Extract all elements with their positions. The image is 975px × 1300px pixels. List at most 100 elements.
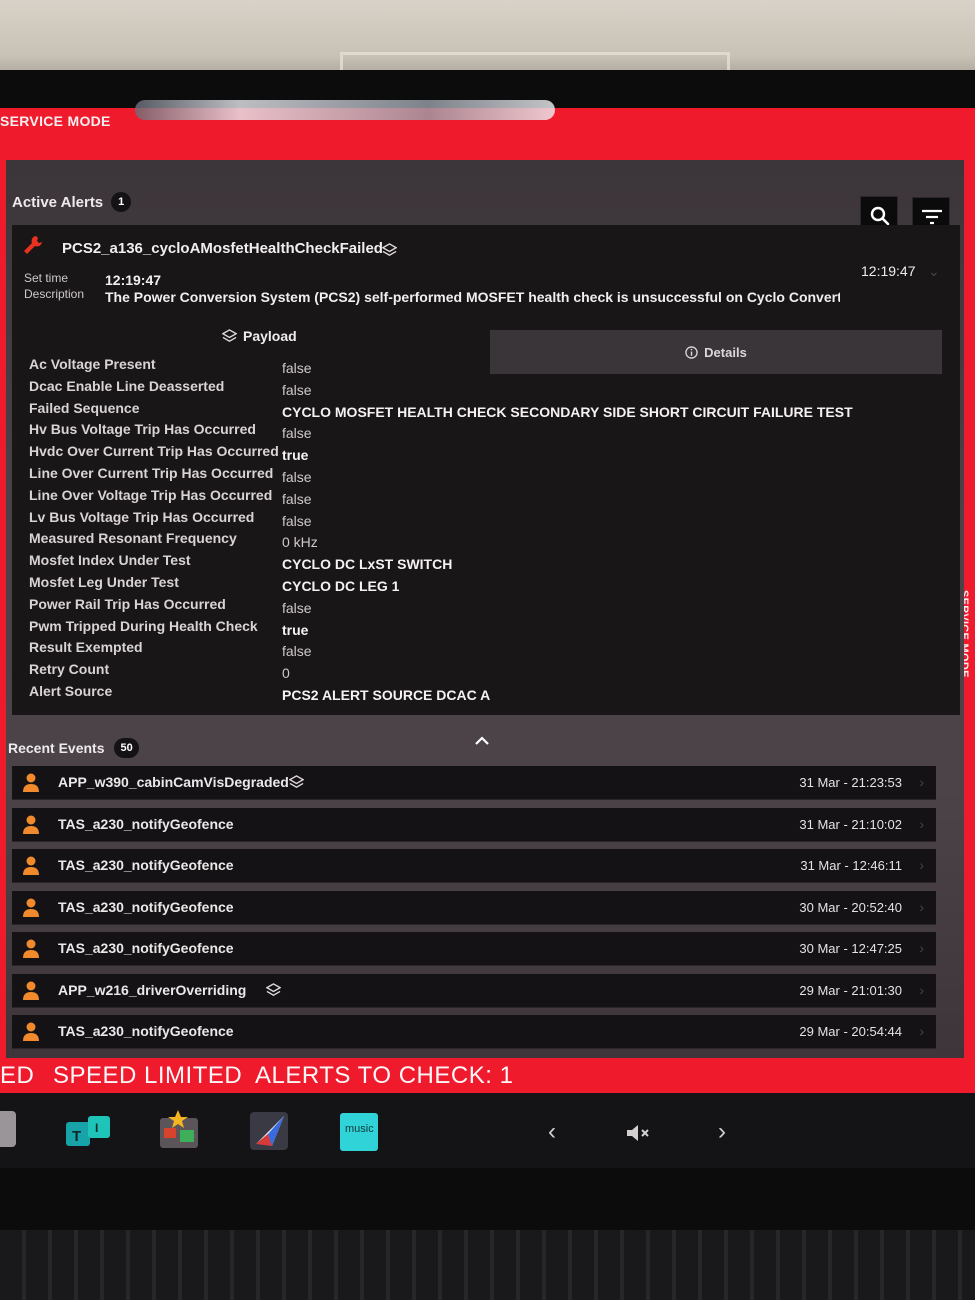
payload-key: Alert Source [29,683,113,699]
payload-layers-icon [222,328,237,342]
event-name: TAS_a230_notifyGeofence [58,816,234,832]
service-mode-label: SERVICE MODE [0,113,111,129]
alert-name: PCS2_a136_cycloAMosfetHealthCheckFailed [62,240,383,257]
taskbar [0,1093,975,1168]
arcade-app-icon[interactable] [160,1110,200,1153]
chevron-right-icon: › [919,774,924,790]
payload-value: false [282,469,312,485]
wrench-icon [24,236,42,254]
screen-glare [135,100,555,120]
speed-limited-status: SPEED LIMITED [53,1062,243,1089]
person-icon [23,815,39,834]
payload-key: Failed Sequence [29,400,140,416]
payload-value: true [282,447,309,463]
payload-key: Hvdc Over Current Trip Has Occurred [29,443,279,459]
event-row[interactable]: APP_w216_driverOverriding 29 Mar - 21:01:… [12,974,936,1008]
payload-key: Ac Voltage Present [29,356,156,372]
payload-value: true [282,622,309,638]
floor-background [0,1230,975,1300]
chevron-right-icon: › [919,899,924,915]
event-name: APP_w390_cabinCamVisDegraded [58,774,289,790]
payload-value: PCS2 ALERT SOURCE DCAC A [282,687,491,703]
payload-value: false [282,600,312,616]
payload-value: 0 kHz [282,534,318,550]
alert-time: 12:19:47 [861,263,916,279]
event-name: APP_w216_driverOverriding [58,982,247,998]
active-alerts-title: Active Alerts [12,193,104,211]
recent-events-count: 50 [114,738,139,758]
person-icon [23,1022,39,1041]
person-icon [23,939,39,958]
payload-value: 0 [282,665,290,681]
active-alerts-header: Active Alerts 1 [12,192,132,212]
alerts-to-check-status: ALERTS TO CHECK: 1 [255,1062,514,1089]
description-label: Description [24,287,85,301]
status-fragment: ED [0,1062,35,1089]
payload-value: false [282,382,312,398]
event-time: 29 Mar - 20:54:44 [799,1024,902,1039]
event-time: 30 Mar - 12:47:25 [799,941,902,956]
payload-key: Line Over Voltage Trip Has Occurred [29,487,273,503]
payload-key: Hv Bus Voltage Trip Has Occurred [29,421,256,437]
payload-layers-icon [289,775,304,788]
payload-key: Power Rail Trip Has Occurred [29,596,226,612]
tab-payload[interactable]: Payload [222,328,297,344]
recent-events-title: Recent Events [8,740,105,756]
event-row[interactable]: TAS_a230_notifyGeofence 30 Mar - 20:52:40… [12,891,936,925]
payload-layers-icon [266,983,281,996]
amazon-music-icon[interactable]: music [340,1113,378,1151]
payload-layers-icon [382,243,397,256]
person-icon [23,981,39,1000]
event-time: 29 Mar - 21:01:30 [799,983,902,998]
payload-key: Line Over Current Trip Has Occurred [29,465,274,481]
payload-key: Result Exempted [29,639,143,655]
event-name: TAS_a230_notifyGeofence [58,899,234,915]
partial-app-icon[interactable] [0,1111,16,1147]
set-time-value: 12:19:47 [105,272,162,288]
event-time: 31 Mar - 21:23:53 [799,775,902,790]
tab-details-label: Details [704,344,747,360]
payload-value: false [282,360,312,376]
chevron-right-icon[interactable]: › [718,1118,726,1146]
svg-text:T: T [72,1128,81,1145]
payload-value: CYCLO DC LEG 1 [282,578,400,594]
chevron-left-icon[interactable]: ‹ [548,1118,556,1146]
payload-value: CYCLO MOSFET HEALTH CHECK SECONDARY SIDE… [282,404,853,420]
payload-key: Measured Resonant Frequency [29,530,237,546]
payload-value: false [282,491,312,507]
payload-value: false [282,513,312,529]
set-time-label: Set time [24,271,69,285]
navigation-app-icon[interactable] [250,1112,288,1155]
payload-value: false [282,425,312,441]
event-name: TAS_a230_notifyGeofence [58,857,234,873]
chevron-right-icon: › [919,857,924,873]
payload-key: Mosfet Leg Under Test [29,574,179,590]
event-row[interactable]: TAS_a230_notifyGeofence 31 Mar - 12:46:11… [12,849,936,883]
chevron-right-icon: › [919,982,924,998]
recent-events-header: Recent Events 50 [8,738,139,758]
event-name: TAS_a230_notifyGeofence [58,940,234,956]
event-row[interactable]: TAS_a230_notifyGeofence 31 Mar - 21:10:02… [12,808,936,842]
chevron-down-icon[interactable]: ⌄ [928,263,940,280]
volume-muted-icon[interactable] [625,1122,653,1144]
person-icon [23,773,39,792]
event-name: TAS_a230_notifyGeofence [58,1023,234,1039]
toybox-app-icon[interactable]: T I [66,1116,112,1151]
payload-key: Mosfet Index Under Test [29,552,191,568]
payload-key: Retry Count [29,661,110,677]
payload-key: Lv Bus Voltage Trip Has Occurred [29,509,255,525]
event-row[interactable]: APP_w390_cabinCamVisDegraded 31 Mar - 21:… [12,766,936,800]
event-row[interactable]: TAS_a230_notifyGeofence 29 Mar - 20:54:44… [12,1015,936,1049]
chevron-right-icon: › [919,1023,924,1039]
payload-value: false [282,643,312,659]
tab-details[interactable]: Details [490,330,942,374]
chevron-right-icon: › [919,940,924,956]
amazon-music-label: music [345,1123,374,1135]
event-time: 31 Mar - 21:10:02 [799,817,902,832]
active-alerts-count: 1 [111,192,132,212]
chevron-up-icon[interactable] [473,734,491,748]
svg-text:I: I [95,1121,98,1135]
info-icon [685,345,698,359]
person-icon [23,898,39,917]
event-row[interactable]: TAS_a230_notifyGeofence 30 Mar - 12:47:25… [12,932,936,966]
